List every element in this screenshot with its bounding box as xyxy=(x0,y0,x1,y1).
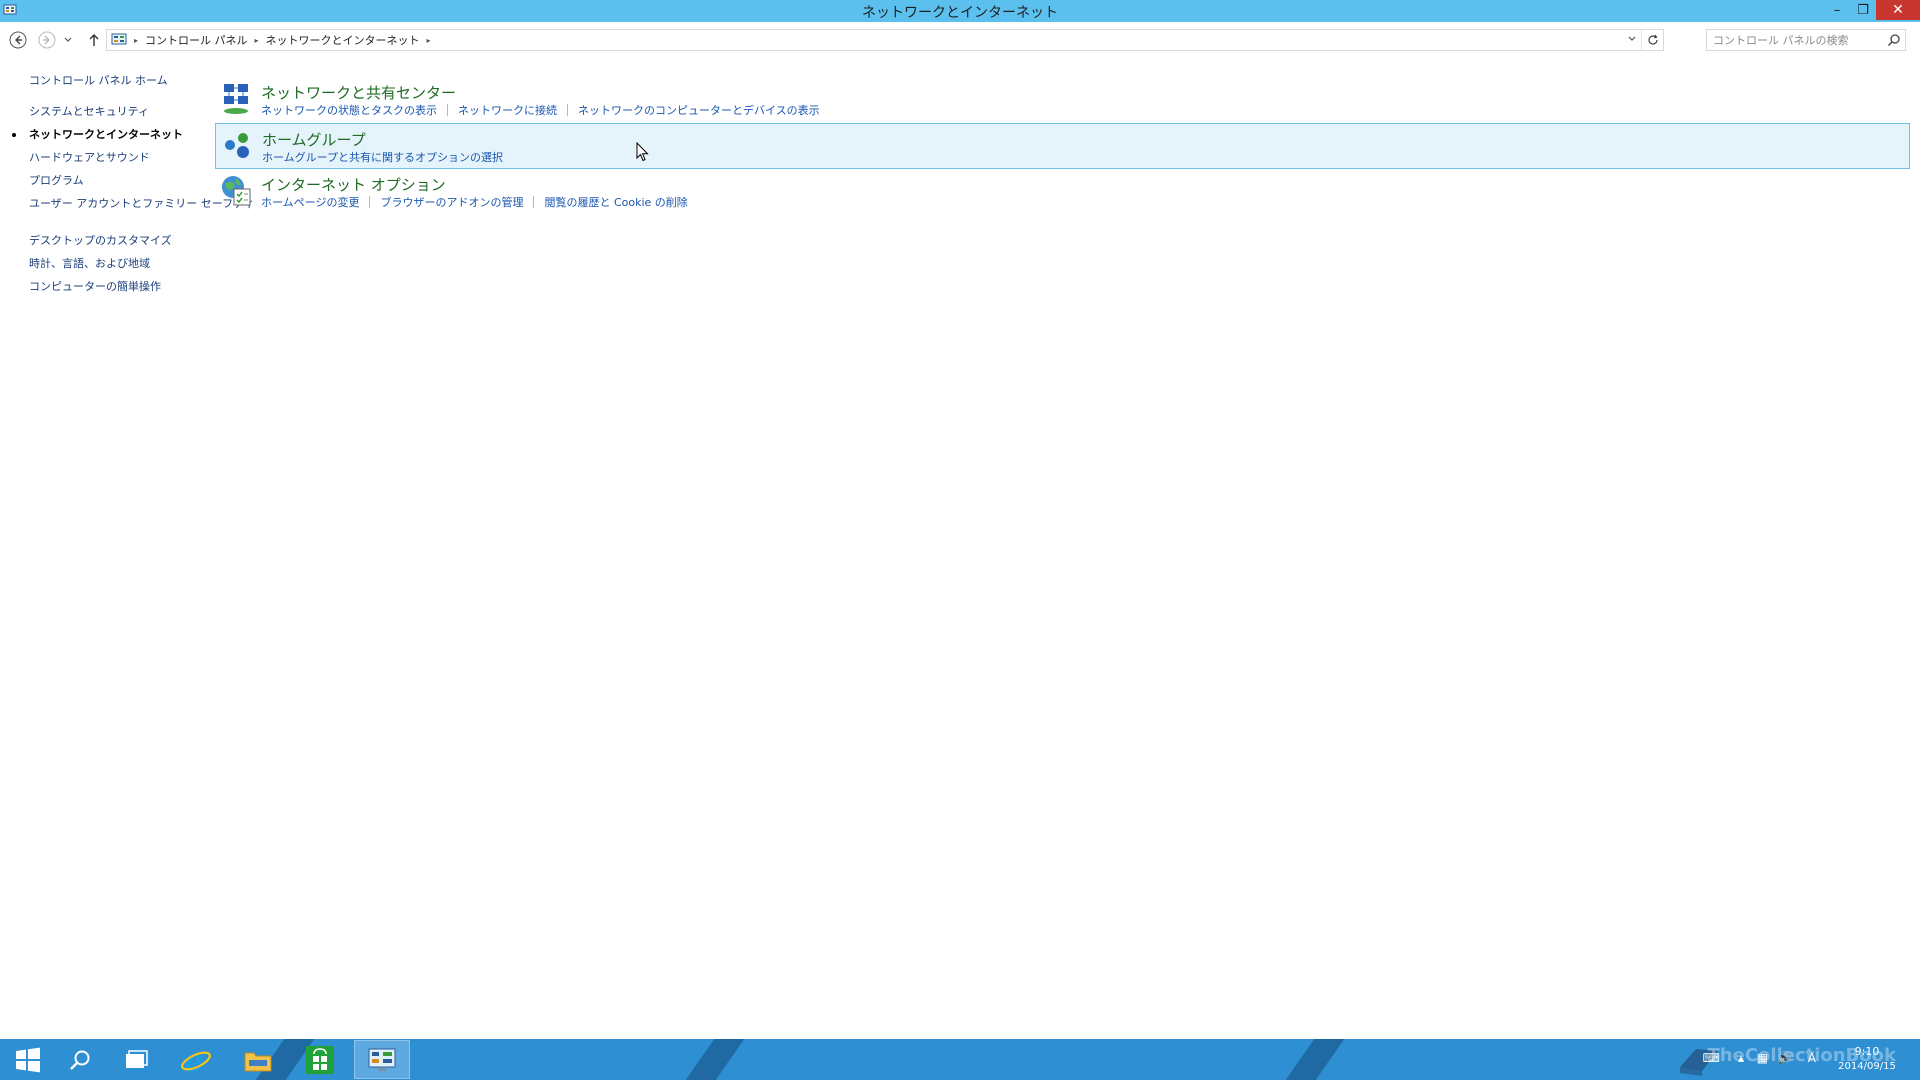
nav-item-label: ネットワークとインターネット xyxy=(29,128,183,141)
nav-item-ease-of-access[interactable]: コンピューターの簡単操作 xyxy=(29,280,194,293)
network-tray-icon[interactable]: ▦ xyxy=(1757,1051,1768,1065)
minimize-button[interactable]: – xyxy=(1824,0,1850,20)
control-panel-taskbar-button[interactable] xyxy=(354,1040,410,1079)
control-panel-icon xyxy=(368,1048,396,1071)
link-divider xyxy=(369,196,371,208)
task-view-button[interactable] xyxy=(108,1040,164,1079)
link-divider xyxy=(533,196,535,208)
window-title: ネットワークとインターネット xyxy=(862,5,1058,21)
up-arrow-icon xyxy=(89,34,99,46)
recent-locations-button[interactable] xyxy=(62,30,74,50)
link-manage-addons[interactable]: ブラウザーのアドオンの管理 xyxy=(380,194,523,210)
link-homegroup-sharing-options[interactable]: ホームグループと共有に関するオプションの選択 xyxy=(262,149,503,165)
up-button[interactable] xyxy=(84,30,104,50)
search-icon xyxy=(70,1050,90,1070)
internet-explorer-icon: e xyxy=(181,1044,211,1076)
clock-time[interactable]: 9:10 xyxy=(1832,1045,1902,1058)
link-delete-history-cookies[interactable]: 閲覧の履歴と Cookie の削除 xyxy=(544,194,687,210)
category-title[interactable]: ホームグループ xyxy=(262,129,366,150)
network-sharing-icon xyxy=(224,84,248,114)
internet-explorer-button[interactable]: e xyxy=(168,1040,224,1079)
nav-item-user-accounts[interactable]: ユーザー アカウントとファミリー セーフティ xyxy=(29,197,254,210)
breadcrumb-separator[interactable]: ▸ xyxy=(134,36,138,45)
address-bar[interactable]: ▸ コントロール パネル ▸ ネットワークとインターネット ▸ xyxy=(106,29,1664,51)
category-network-sharing-center[interactable]: ネットワークと共有センター ネットワークの状態とタスクの表示 ネットワークに接続… xyxy=(215,77,1910,123)
breadcrumb-control-panel[interactable]: コントロール パネル xyxy=(145,32,248,48)
address-history-dropdown[interactable] xyxy=(1623,34,1641,47)
breadcrumb-separator[interactable]: ▸ xyxy=(427,36,431,45)
wallpaper-stripe xyxy=(685,1039,745,1080)
breadcrumb-network-internet[interactable]: ネットワークとインターネット xyxy=(266,32,420,48)
system-tray: TheCollectionBook ⌨ ▴ ▦ 🔊 A 9:10 2014/09… xyxy=(1680,1039,1920,1080)
breadcrumb-separator[interactable]: ▸ xyxy=(255,36,259,45)
category-internet-options[interactable]: インターネット オプション ホームページの変更 ブラウザーのアドオンの管理 閲覧… xyxy=(215,169,1910,215)
link-view-network-status[interactable]: ネットワークの状態とタスクの表示 xyxy=(261,102,437,118)
search-charm-button[interactable] xyxy=(52,1040,108,1079)
homegroup-icon xyxy=(225,133,249,158)
file-explorer-button[interactable] xyxy=(230,1040,286,1079)
link-connect-to-network[interactable]: ネットワークに接続 xyxy=(458,102,557,118)
search-placeholder: コントロール パネルの検索 xyxy=(1713,34,1849,47)
control-panel-home-link[interactable]: コントロール パネル ホーム xyxy=(29,72,168,88)
navigation-bar: ▸ コントロール パネル ▸ ネットワークとインターネット ▸ コントロール パ… xyxy=(0,24,1920,56)
task-view-icon xyxy=(126,1049,148,1068)
show-hidden-icons-button[interactable]: ▴ xyxy=(1738,1051,1744,1065)
taskbar: e TheCollectionBook ⌨ ▴ ▦ 🔊 A 9:10 2014/… xyxy=(0,1039,1920,1080)
wallpaper-stripe xyxy=(1285,1039,1345,1080)
internet-options-icon xyxy=(222,176,251,206)
current-page-bullet xyxy=(12,133,16,137)
maximize-button[interactable]: ❐ xyxy=(1850,0,1876,20)
nav-item-hardware-sound[interactable]: ハードウェアとサウンド xyxy=(29,151,194,164)
volume-icon[interactable]: 🔊 xyxy=(1777,1051,1792,1065)
forward-arrow-icon xyxy=(38,31,56,49)
refresh-button[interactable] xyxy=(1641,30,1663,50)
refresh-icon xyxy=(1647,34,1658,45)
chevron-down-icon xyxy=(1628,36,1636,41)
chevron-down-icon xyxy=(64,37,72,42)
category-title[interactable]: ネットワークと共有センター xyxy=(261,82,456,103)
mouse-cursor-icon xyxy=(636,142,649,162)
windows-logo-icon xyxy=(16,1047,40,1072)
store-icon xyxy=(306,1045,334,1074)
nav-item-appearance[interactable]: デスクトップのカスタマイズ xyxy=(29,234,194,247)
ime-indicator[interactable]: A xyxy=(1808,1051,1816,1065)
search-input[interactable]: コントロール パネルの検索 xyxy=(1706,29,1906,51)
nav-item-clock-region[interactable]: 時計、言語、および地域 xyxy=(29,257,194,270)
back-arrow-icon xyxy=(9,31,27,49)
link-divider xyxy=(447,104,448,116)
clock-date[interactable]: 2014/09/15 xyxy=(1832,1061,1902,1072)
title-bar[interactable]: ネットワークとインターネット – ❐ ✕ xyxy=(0,0,1920,22)
search-icon[interactable] xyxy=(1887,33,1901,47)
control-panel-icon xyxy=(111,33,127,45)
forward-button[interactable] xyxy=(37,30,57,50)
link-change-homepage[interactable]: ホームページの変更 xyxy=(261,194,359,210)
start-button[interactable] xyxy=(0,1040,56,1079)
nav-item-programs[interactable]: プログラム xyxy=(29,174,194,187)
close-button[interactable]: ✕ xyxy=(1876,0,1920,20)
link-view-network-computers[interactable]: ネットワークのコンピューターとデバイスの表示 xyxy=(578,102,820,118)
file-explorer-icon xyxy=(244,1052,272,1071)
back-button[interactable] xyxy=(8,30,28,50)
store-button[interactable] xyxy=(292,1040,348,1079)
keyboard-icon[interactable]: ⌨ xyxy=(1703,1051,1720,1065)
category-homegroup[interactable]: ホームグループ ホームグループと共有に関するオプションの選択 xyxy=(215,123,1910,169)
category-title[interactable]: インターネット オプション xyxy=(261,174,446,195)
nav-item-system-security[interactable]: システムとセキュリティ xyxy=(29,105,194,118)
nav-item-network-internet[interactable]: ネットワークとインターネット xyxy=(12,128,194,141)
link-divider xyxy=(567,104,568,116)
